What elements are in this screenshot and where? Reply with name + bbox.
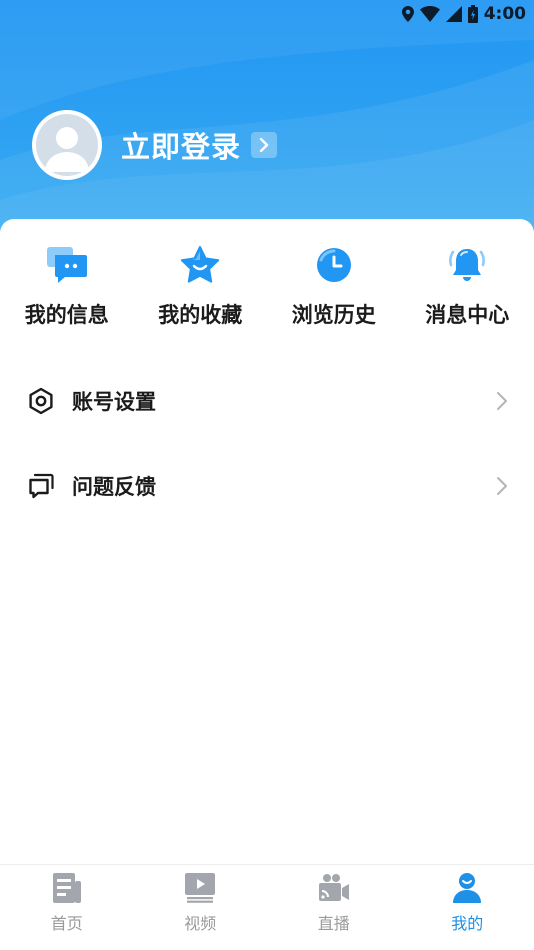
quick-action-label: 我的信息	[24, 303, 109, 327]
location-icon	[401, 6, 414, 22]
battery-icon	[467, 5, 478, 23]
status-bar: 4:00	[401, 3, 526, 25]
quick-action-history[interactable]: 浏览历史	[267, 243, 401, 329]
quick-action-favorites[interactable]: 我的收藏	[134, 243, 268, 329]
quick-action-label: 我的收藏	[158, 303, 243, 327]
default-avatar-icon	[36, 114, 98, 176]
tab-home[interactable]: 首页	[0, 865, 134, 950]
menu-item-feedback[interactable]: 问题反馈	[0, 456, 534, 516]
tab-video[interactable]: 视频	[134, 865, 268, 950]
profile-screen: 4:00 立即登录 我的信息 我的收藏 浏览历史 消息中心 账号设置 问题反馈 …	[0, 0, 534, 950]
video-icon	[183, 871, 217, 905]
signal-icon	[445, 6, 462, 22]
avatar[interactable]	[32, 110, 102, 180]
chevron-right-icon	[497, 477, 507, 495]
star-icon	[178, 243, 222, 287]
quick-action-label: 浏览历史	[291, 303, 376, 327]
quick-actions: 我的信息 我的收藏 浏览历史 消息中心	[0, 243, 534, 329]
tab-label: 直播	[317, 914, 350, 933]
hexagon-settings-icon	[26, 386, 56, 416]
wifi-icon	[419, 6, 440, 22]
tab-live[interactable]: 直播	[267, 865, 401, 950]
status-time: 4:00	[483, 4, 526, 24]
feedback-icon	[26, 471, 56, 501]
bottom-tab-bar: 首页 视频 直播 我的	[0, 864, 534, 950]
quick-action-label: 消息中心	[425, 303, 510, 327]
tab-label: 我的	[451, 914, 484, 933]
news-icon	[50, 871, 84, 905]
quick-action-my-info[interactable]: 我的信息	[0, 243, 134, 329]
chevron-right-icon	[497, 392, 507, 410]
bell-icon	[445, 243, 489, 287]
menu-item-label: 账号设置	[72, 390, 156, 414]
quick-action-message-center[interactable]: 消息中心	[401, 243, 534, 329]
live-camera-icon	[317, 871, 351, 905]
chevron-right-icon[interactable]	[251, 132, 278, 158]
tab-mine[interactable]: 我的	[401, 865, 534, 950]
content-card: 我的信息 我的收藏 浏览历史 消息中心 账号设置 问题反馈	[0, 219, 534, 879]
profile-header: 4:00 立即登录	[0, 0, 534, 240]
tab-label: 视频	[184, 914, 217, 933]
login-entry[interactable]: 立即登录	[32, 109, 278, 181]
menu-item-account-settings[interactable]: 账号设置	[0, 371, 534, 431]
clock-icon	[312, 243, 356, 287]
user-icon	[450, 871, 484, 905]
login-button-label[interactable]: 立即登录	[121, 124, 241, 166]
tab-label: 首页	[50, 914, 83, 933]
chat-bubbles-icon	[45, 243, 89, 287]
menu-item-label: 问题反馈	[72, 475, 156, 499]
